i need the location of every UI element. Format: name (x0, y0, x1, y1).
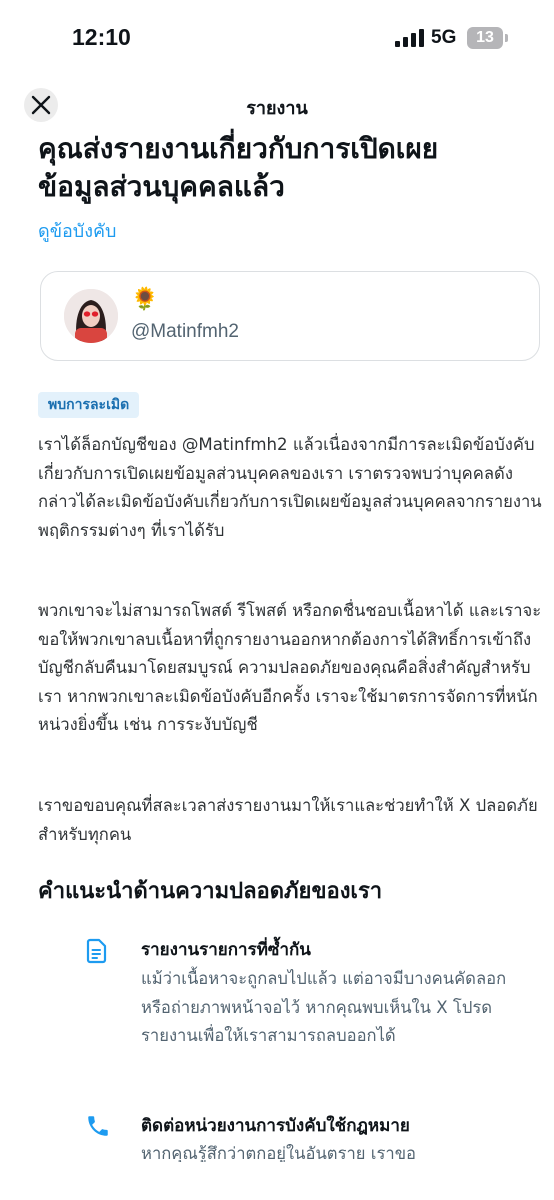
thanks-paragraph: เราขอขอบคุณที่สละเวลาส่งรายงานมาให้เราแล… (38, 796, 538, 844)
status-time: 12:10 (72, 24, 131, 50)
battery-tip (505, 34, 508, 42)
tip-title: รายงานรายการที่ซ้ำกัน (141, 940, 311, 960)
display-name: 🌻 (131, 287, 159, 312)
view-rules-link[interactable]: ดูข้อบังคับ (38, 216, 117, 245)
signal-bars-icon (395, 29, 425, 47)
tip-text: หากคุณรู้สึกว่าตกอยู่ในอันตราย เราขอ (141, 1144, 417, 1162)
header-title: รายงาน (246, 98, 308, 119)
result-paragraph: เราได้ล็อกบัญชีของ @Matinfmh2 แล้วเนื่อง… (38, 435, 542, 540)
user-handle: @Matinfmh2 (131, 321, 239, 342)
document-icon (85, 938, 109, 968)
safety-heading: คำแนะนำด้านความปลอดภัยของเรา (38, 879, 383, 904)
status-bar: 12:10 5G 13 (0, 0, 554, 76)
avatar (64, 289, 118, 343)
network-label: 5G (431, 27, 457, 48)
battery-level: 13 (476, 29, 494, 46)
battery-icon: 13 (467, 27, 503, 49)
page-title: คุณส่งรายงานเกี่ยวกับการเปิดเผยข้อมูลส่ว… (38, 132, 439, 203)
tip-title: ติดต่อหน่วยงานการบังคับใช้กฎหมาย (141, 1116, 410, 1136)
violation-badge: พบการละเมิด (38, 392, 140, 418)
consequence-paragraph: พวกเขาจะไม่สามารถโพสต์ รีโพสต์ หรือกดชื่… (38, 601, 542, 734)
tip-text: แม้ว่าเนื้อหาจะถูกลบไปแล้ว แต่อาจมีบางคน… (141, 969, 507, 1045)
phone-icon (85, 1113, 111, 1143)
reported-user-card[interactable]: 🌻 @Matinfmh2 (40, 271, 540, 361)
